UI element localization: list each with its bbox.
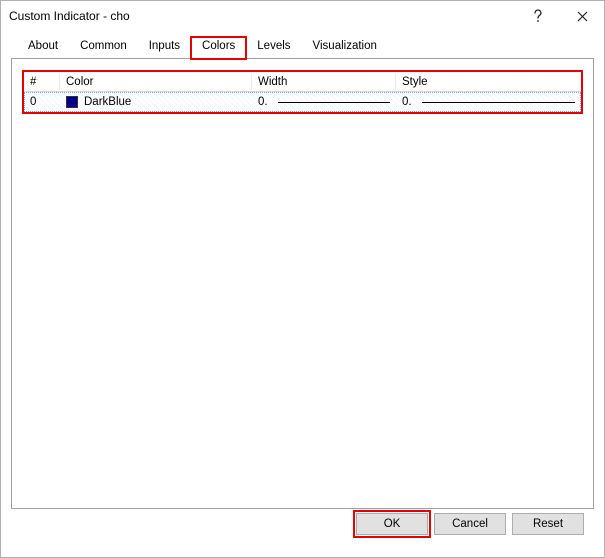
colors-table-container: # Color Width Style 0 DarkBlue 0. (22, 70, 583, 114)
ok-button[interactable]: OK (356, 513, 428, 535)
cell-color[interactable]: DarkBlue (60, 94, 252, 110)
table-header: # Color Width Style (24, 72, 581, 92)
titlebar: Custom Indicator - cho (1, 1, 604, 31)
width-preview-icon (278, 102, 390, 103)
tab-strip: About Common Inputs Colors Levels Visual… (11, 37, 594, 59)
color-name: DarkBlue (84, 96, 131, 108)
cell-width[interactable]: 0. (252, 94, 396, 110)
col-style[interactable]: Style (396, 74, 581, 90)
close-icon (577, 11, 588, 22)
reset-button[interactable]: Reset (512, 513, 584, 535)
tab-levels[interactable]: Levels (246, 37, 301, 59)
dialog-footer: OK Cancel Reset (11, 509, 594, 547)
help-icon (533, 9, 543, 23)
table-row[interactable]: 0 DarkBlue 0. 0. (24, 92, 581, 112)
dialog-body: About Common Inputs Colors Levels Visual… (1, 31, 604, 557)
tab-visualization[interactable]: Visualization (302, 37, 388, 59)
window-title: Custom Indicator - cho (9, 9, 516, 23)
tab-about[interactable]: About (17, 37, 69, 59)
tab-common[interactable]: Common (69, 37, 138, 59)
dialog-window: Custom Indicator - cho About Common Inpu… (0, 0, 605, 558)
cell-style[interactable]: 0. (396, 94, 581, 110)
cancel-button[interactable]: Cancel (434, 513, 506, 535)
style-preview-icon (422, 102, 575, 103)
highlight-frame: # Color Width Style 0 DarkBlue 0. (22, 70, 583, 114)
tab-inputs[interactable]: Inputs (138, 37, 191, 59)
tab-colors[interactable]: Colors (191, 37, 246, 59)
cell-index: 0 (24, 94, 60, 110)
col-width[interactable]: Width (252, 74, 396, 90)
close-button[interactable] (560, 1, 604, 31)
tab-panel: # Color Width Style 0 DarkBlue 0. (11, 58, 594, 509)
color-swatch-icon (66, 96, 78, 108)
col-index[interactable]: # (24, 74, 60, 90)
help-button[interactable] (516, 1, 560, 31)
col-color[interactable]: Color (60, 74, 252, 90)
